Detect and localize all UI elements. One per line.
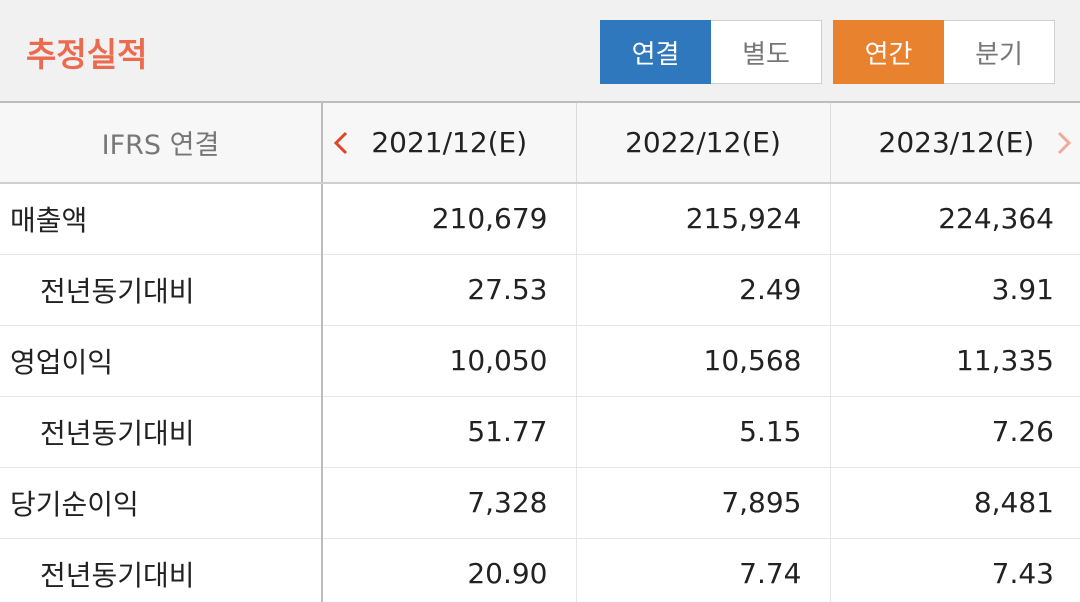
cell-value: 7,328 [322, 467, 576, 539]
period-quarterly-button[interactable]: 분기 [944, 20, 1055, 84]
cell-value: 7,895 [575, 467, 830, 539]
row-label: 전년동기대비 [0, 254, 323, 326]
cell-value: 3.91 [829, 254, 1080, 326]
cell-value: 210,679 [322, 183, 576, 255]
chevron-right-icon[interactable] [1056, 130, 1072, 156]
period-annual-button[interactable]: 연간 [833, 20, 944, 84]
column-header: 2021/12(E) [321, 101, 576, 184]
table-header-row: IFRS 연결 2021/12(E) 2022/12(E) 2023/12(E) [0, 101, 1080, 184]
cell-value: 7.74 [575, 538, 830, 602]
cell-value: 2.49 [575, 254, 830, 326]
cell-value: 8,481 [829, 467, 1080, 539]
cell-value: 51.77 [322, 396, 576, 468]
corner-label: IFRS 연결 [0, 101, 322, 184]
table-row: 영업이익 10,050 10,568 11,335 [0, 325, 1080, 397]
column-header: 2023/12(E) [829, 101, 1080, 184]
cell-value: 11,335 [829, 325, 1080, 397]
table-row: 당기순이익 7,328 7,895 8,481 [0, 467, 1080, 539]
page-title: 추정실적 [26, 35, 148, 74]
estimate-table: IFRS 연결 2021/12(E) 2022/12(E) 2023/12(E)… [0, 101, 1080, 602]
cell-value: 224,364 [829, 183, 1080, 255]
column-header-label: 2022/12(E) [625, 126, 781, 159]
period-toggle: 연간 분기 [833, 20, 1055, 84]
column-header-label: 2021/12(E) [371, 126, 528, 159]
scope-toggle: 연결 별도 [600, 20, 822, 84]
cell-value: 10,050 [322, 325, 576, 397]
cell-value: 7.43 [829, 538, 1080, 602]
cell-value: 215,924 [575, 183, 830, 255]
chevron-left-icon[interactable] [333, 130, 349, 156]
cell-value: 5.15 [575, 396, 830, 468]
column-header-label: 2023/12(E) [878, 126, 1035, 159]
cell-value: 7.26 [829, 396, 1080, 468]
table-row: 전년동기대비 51.77 5.15 7.26 [0, 396, 1080, 468]
header-bar: 추정실적 연결 별도 연간 분기 [0, 0, 1080, 102]
row-label: 영업이익 [0, 325, 323, 397]
table-row: 전년동기대비 27.53 2.49 3.91 [0, 254, 1080, 326]
scope-separate-button[interactable]: 별도 [711, 20, 822, 84]
row-label: 당기순이익 [0, 467, 323, 539]
cell-value: 10,568 [575, 325, 830, 397]
cell-value: 27.53 [322, 254, 576, 326]
row-label: 전년동기대비 [0, 538, 323, 602]
cell-value: 20.90 [322, 538, 576, 602]
table-row: 전년동기대비 20.90 7.74 7.43 [0, 538, 1080, 602]
table-row: 매출액 210,679 215,924 224,364 [0, 183, 1080, 255]
scope-consolidated-button[interactable]: 연결 [600, 20, 711, 84]
column-header: 2022/12(E) [575, 101, 830, 184]
row-label: 전년동기대비 [0, 396, 323, 468]
row-label: 매출액 [0, 183, 323, 255]
